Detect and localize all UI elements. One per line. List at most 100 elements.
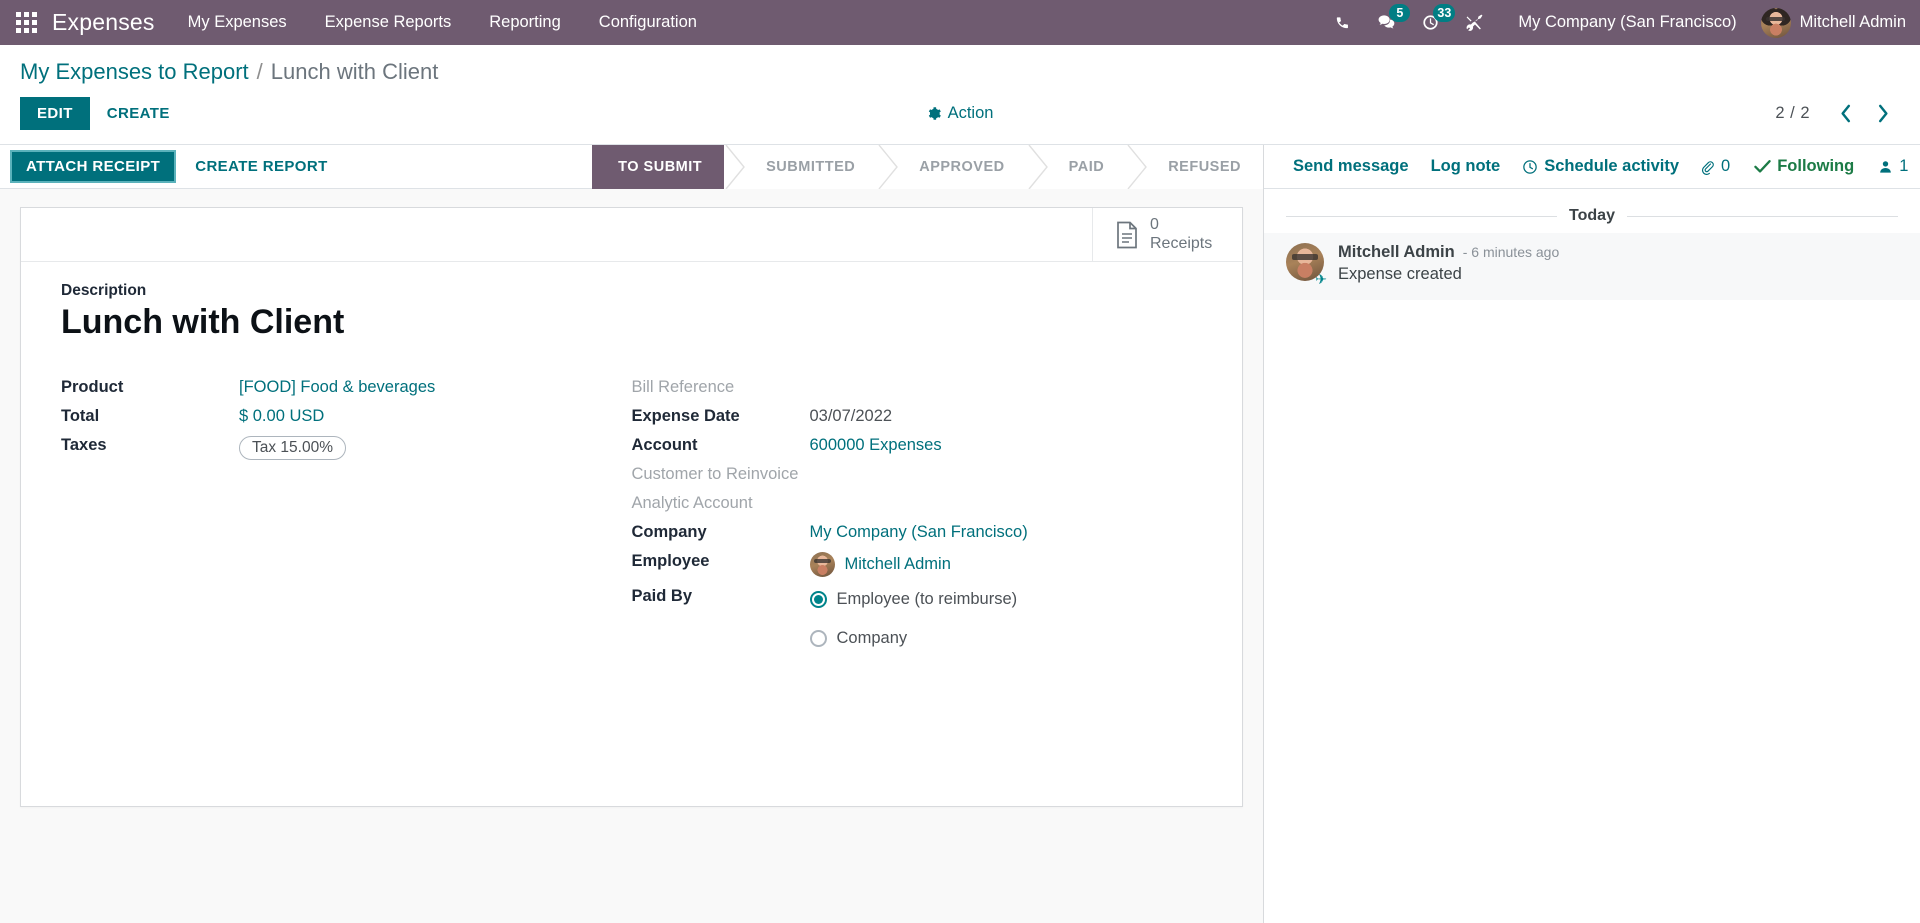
expense-date-value[interactable]: 03/07/2022 (810, 407, 893, 425)
field-groups: Product [FOOD] Food & beverages Total $ … (61, 373, 1202, 656)
paid-by-option-company-label: Company (836, 628, 908, 647)
company-value[interactable]: My Company (San Francisco) (810, 523, 1028, 541)
schedule-activity-label: Schedule activity (1544, 157, 1680, 175)
edit-button[interactable]: EDIT (20, 97, 90, 130)
followers-counter[interactable]: 1 (1868, 153, 1918, 180)
paid-by-option-employee-label: Employee (to reimburse) (836, 589, 1018, 608)
radio-unselected-icon[interactable] (809, 629, 827, 647)
form-fields: Description Lunch with Client Product [F… (21, 262, 1242, 696)
tools-wrench-icon (1466, 14, 1483, 31)
field-row-customer-to-reinvoice: Customer to Reinvoice (632, 460, 1203, 489)
paid-by-option-employee[interactable]: Employee (to reimburse) (809, 587, 1203, 612)
messages-badge: 5 (1389, 4, 1411, 22)
status-submitted[interactable]: SUBMITTED (746, 145, 878, 189)
messages-button[interactable]: 5 (1364, 0, 1411, 45)
create-button[interactable]: CREATE (90, 97, 187, 130)
employee-value-wrap[interactable]: Mitchell Admin (809, 551, 1203, 577)
following-toggle[interactable]: Following (1744, 153, 1864, 180)
chatter-column: Send message Log note Schedule activity … (1264, 145, 1920, 923)
chatter-stats: 0 Following 1 (1690, 153, 1918, 180)
bill-reference-label: Bill Reference (631, 377, 735, 396)
record-pager: 2 / 2 (1775, 98, 1900, 130)
breadcrumb-item-current: Lunch with Client (270, 59, 439, 84)
control-panel: My Expenses to Report / Lunch with Clien… (0, 45, 1920, 145)
user-menu[interactable]: Mitchell Admin (1755, 7, 1906, 38)
app-brand-name[interactable]: Expenses (52, 9, 169, 36)
menu-item-reporting[interactable]: Reporting (470, 0, 580, 45)
account-value[interactable]: 600000 Expenses (810, 436, 942, 454)
send-message-button[interactable]: Send message (1282, 153, 1420, 180)
account-label: Account (631, 435, 698, 454)
status-divider (724, 145, 747, 189)
employee-avatar (809, 551, 835, 577)
chatter-message: ✈ Mitchell Admin - 6 minutes ago Expense… (1264, 233, 1920, 300)
status-approved[interactable]: APPROVED (899, 145, 1027, 189)
phone-icon (1336, 17, 1348, 29)
field-row-employee: Employee Mitchell Admin (632, 547, 1203, 582)
chevron-right-icon (1127, 145, 1148, 189)
menu-item-expense-reports[interactable]: Expense Reports (306, 0, 471, 45)
main-menu: My Expenses Expense Reports Reporting Co… (169, 0, 716, 45)
action-menu-button[interactable]: Action (927, 104, 994, 123)
employee-value[interactable]: Mitchell Admin (845, 555, 951, 574)
message-timestamp: - 6 minutes ago (1462, 244, 1560, 260)
clock-icon (1523, 159, 1537, 174)
day-separator-line-left (1286, 215, 1558, 217)
field-group-right: Bill Reference Expense Date 03/07/2022 A… (632, 373, 1203, 656)
attachments-counter[interactable]: 0 (1690, 153, 1740, 180)
total-value[interactable]: $ 0.00 USD (239, 407, 324, 425)
menu-item-configuration[interactable]: Configuration (580, 0, 716, 45)
receipts-smart-button[interactable]: 0 Receipts (1092, 208, 1242, 261)
activities-button[interactable]: 33 (1408, 0, 1456, 45)
create-report-button[interactable]: CREATE REPORT (180, 150, 342, 183)
phone-button[interactable] (1320, 0, 1364, 45)
pager-previous-button[interactable] (1828, 98, 1862, 130)
status-divider (1026, 145, 1049, 189)
status-refused[interactable]: REFUSED (1148, 145, 1263, 189)
description-label: Description (61, 282, 147, 299)
breadcrumb-item-root[interactable]: My Expenses to Report (20, 59, 249, 85)
day-separator: Today (1264, 189, 1920, 233)
form-sheet: 0 Receipts Description Lunch with Client… (20, 207, 1243, 807)
paperclip-icon (1701, 160, 1714, 175)
radio-selected-icon[interactable] (809, 590, 827, 608)
pager-next-button[interactable] (1866, 98, 1900, 130)
action-menu-label: Action (947, 104, 994, 122)
status-paid[interactable]: PAID (1048, 145, 1127, 189)
expense-date-label: Expense Date (631, 406, 740, 425)
product-value[interactable]: [FOOD] Food & beverages (239, 378, 435, 396)
schedule-activity-button[interactable]: Schedule activity (1511, 153, 1690, 180)
message-header: Mitchell Admin - 6 minutes ago (1338, 243, 1559, 262)
message-body: Expense created (1338, 265, 1462, 283)
message-avatar-wrapper: ✈ (1286, 243, 1327, 287)
smart-button-box: 0 Receipts (21, 208, 1242, 262)
log-note-button[interactable]: Log note (1420, 153, 1512, 180)
description-value[interactable]: Lunch with Client (61, 302, 1202, 343)
product-label: Product (61, 377, 124, 396)
apps-menu-toggle[interactable] (0, 0, 52, 45)
analytic-account-label: Analytic Account (631, 493, 753, 512)
status-to-submit[interactable]: TO SUBMIT (592, 145, 745, 189)
plane-icon: ✈ (1315, 271, 1327, 287)
control-panel-buttons: EDIT CREATE Action 2 / 2 (0, 91, 1920, 144)
field-row-paid-by: Paid By Employee (to reimburse) Company (632, 582, 1203, 656)
menu-item-my-expenses[interactable]: My Expenses (169, 0, 306, 45)
paid-by-option-company[interactable]: Company (809, 626, 1203, 651)
taxes-value-tag[interactable]: Tax 15.00% (239, 435, 346, 460)
employee-label: Employee (631, 551, 710, 570)
debug-tools-button[interactable] (1452, 0, 1496, 45)
receipts-smart-button-text: 0 Receipts (1150, 216, 1212, 253)
field-row-bill-reference: Bill Reference (632, 373, 1203, 402)
chatter-thread: Today ✈ Mitchell Admin - 6 minutes ago E… (1264, 189, 1920, 300)
receipts-count: 0 (1150, 216, 1159, 234)
form-view-column: ATTACH RECEIPT CREATE REPORT TO SUBMIT S… (0, 145, 1264, 923)
status-bar: TO SUBMIT SUBMITTED APPROVED PAID REFUSE… (592, 145, 1263, 189)
attach-receipt-button[interactable]: ATTACH RECEIPT (10, 150, 177, 183)
field-group-left: Product [FOOD] Food & beverages Total $ … (61, 373, 632, 656)
pager-value: 2 / 2 (1775, 104, 1810, 122)
user-name: Mitchell Admin (1799, 13, 1906, 31)
company-switcher[interactable]: My Company (San Francisco) (1496, 13, 1754, 32)
chevron-left-icon (1840, 104, 1850, 123)
message-content: Mitchell Admin - 6 minutes ago Expense c… (1338, 243, 1559, 284)
total-label: Total (61, 406, 100, 425)
